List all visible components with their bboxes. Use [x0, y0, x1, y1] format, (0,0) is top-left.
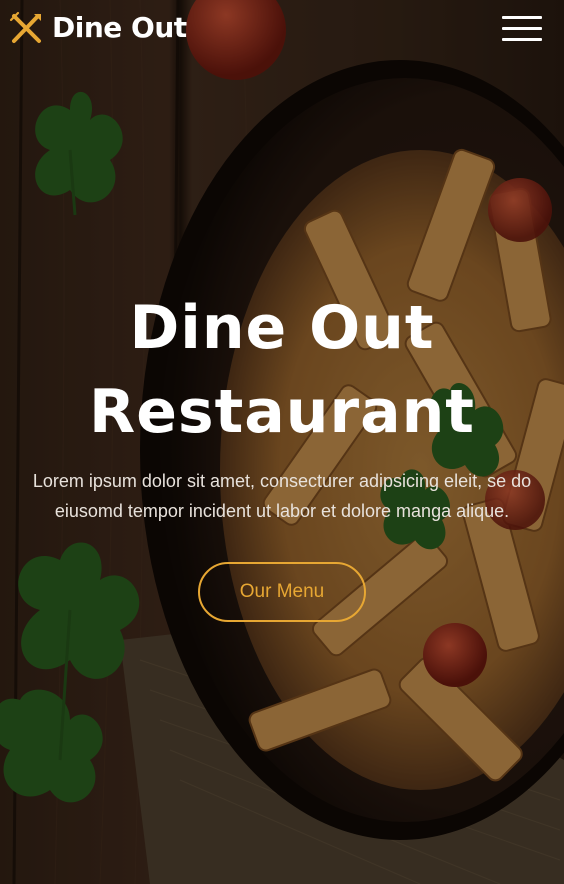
hero-title-line-1: Dine Out	[129, 293, 435, 363]
menu-bar	[502, 27, 542, 30]
menu-bar	[502, 16, 542, 19]
brand-logo[interactable]: Dine Out	[8, 10, 187, 46]
menu-bar	[502, 38, 542, 41]
site-header: Dine Out	[0, 0, 564, 60]
hero-section: Dine Out Dine Out Restaurant Lorem ipsum…	[0, 0, 564, 884]
brand-name: Dine Out	[52, 11, 187, 44]
hero-description: Lorem ipsum dolor sit amet, consecturer …	[32, 471, 532, 521]
hero-title: Dine Out Restaurant	[0, 286, 564, 454]
hero-content: Dine Out Restaurant Lorem ipsum dolor si…	[0, 286, 564, 622]
hamburger-menu-icon[interactable]	[502, 16, 542, 42]
fork-knife-icon	[9, 11, 41, 43]
hero-title-line-2: Restaurant	[89, 377, 475, 447]
our-menu-button[interactable]: Our Menu	[198, 562, 366, 622]
